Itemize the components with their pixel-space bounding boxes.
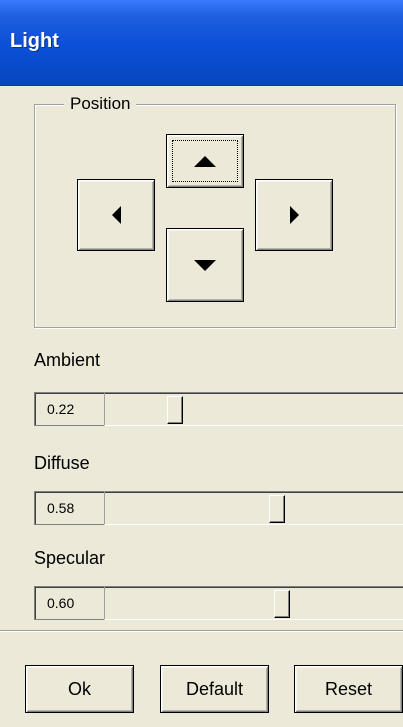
window-title: Light: [10, 30, 59, 52]
specular-thumb[interactable]: [274, 590, 290, 618]
ok-button[interactable]: Ok: [25, 665, 134, 713]
diffuse-thumb[interactable]: [269, 495, 285, 523]
move-left-button[interactable]: [77, 179, 155, 251]
reset-button[interactable]: Reset: [294, 665, 403, 713]
specular-slider[interactable]: 0.60: [34, 586, 403, 620]
move-down-button[interactable]: [166, 228, 244, 302]
diffuse-slider[interactable]: 0.58: [34, 491, 403, 525]
ambient-label: Ambient: [34, 350, 101, 370]
arrow-left-icon: [111, 206, 121, 224]
ambient-thumb[interactable]: [167, 396, 183, 424]
default-button[interactable]: Default: [160, 665, 269, 713]
specular-value: 0.60: [34, 586, 104, 620]
specular-label: Specular: [34, 548, 106, 568]
ambient-track[interactable]: [104, 392, 403, 426]
divider: [0, 630, 403, 632]
diffuse-track[interactable]: [104, 491, 403, 525]
move-right-button[interactable]: [255, 179, 333, 251]
diffuse-value: 0.58: [34, 491, 104, 525]
move-up-button[interactable]: [166, 134, 244, 188]
ambient-value: 0.22: [34, 392, 104, 426]
specular-track[interactable]: [104, 586, 403, 620]
diffuse-label: Diffuse: [34, 453, 90, 473]
arrow-down-icon: [194, 259, 216, 271]
ambient-slider[interactable]: 0.22: [34, 392, 403, 426]
arrow-right-icon: [289, 206, 299, 224]
position-group-label: Position: [64, 94, 137, 114]
title-bar[interactable]: Light: [0, 0, 403, 86]
